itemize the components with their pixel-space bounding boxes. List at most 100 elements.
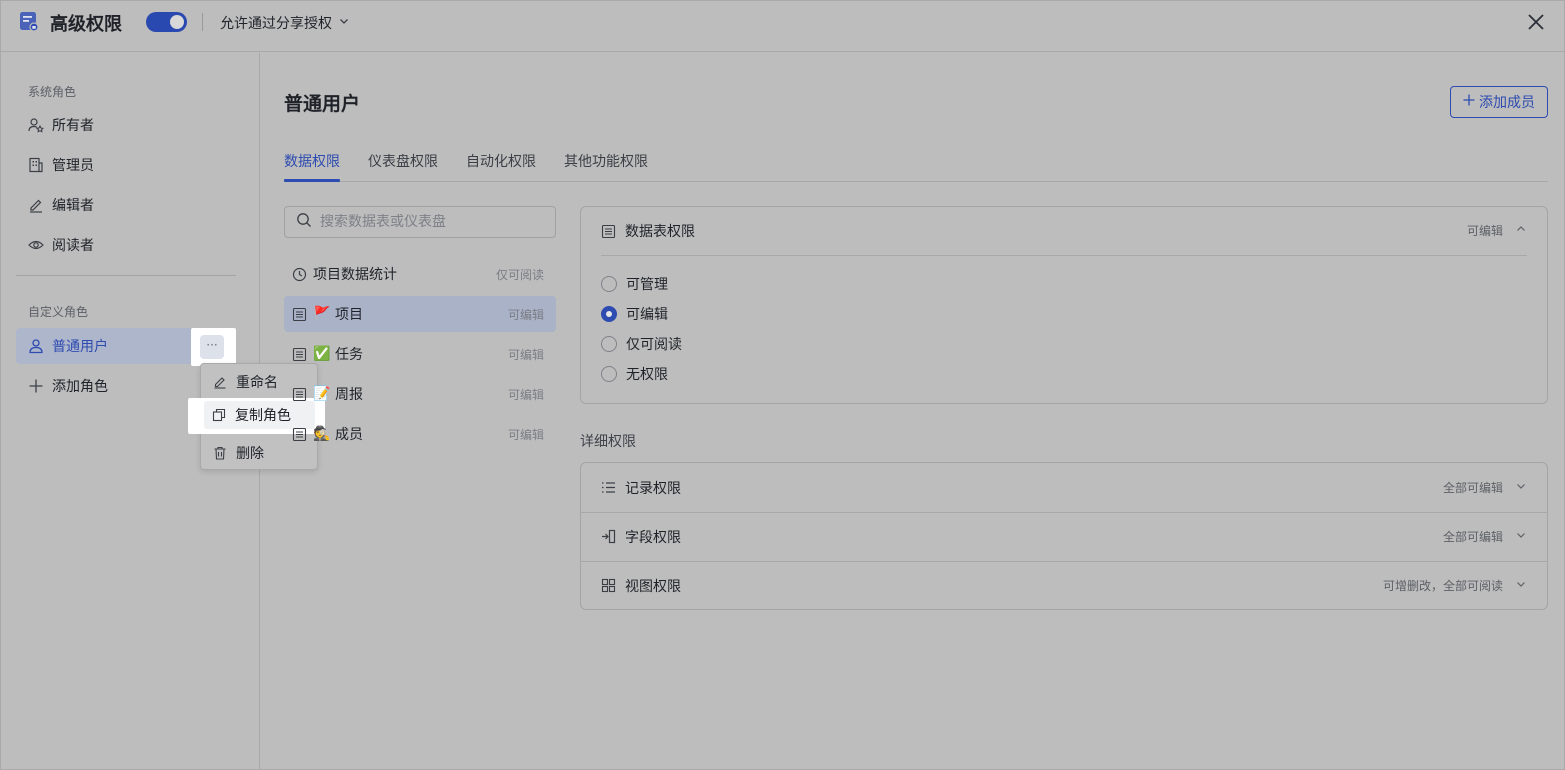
chevron-down-icon: [1515, 480, 1527, 495]
sidebar-item-admin[interactable]: 管理员: [16, 147, 236, 183]
list-item-permission: 可编辑: [507, 427, 544, 442]
list-item-label: 项目: [335, 307, 363, 323]
radio-read-only[interactable]: 仅可阅读: [601, 334, 682, 354]
list-item-permission: 可编辑: [507, 347, 544, 362]
dashboard-icon: [292, 267, 307, 282]
radio-button-checked[interactable]: [601, 306, 617, 322]
tab-data-permission[interactable]: 数据权限: [284, 151, 340, 171]
share-authorization-select[interactable]: 允许通过分享授权: [220, 13, 350, 33]
copy-icon: [212, 408, 226, 422]
sidebar-item-label: 普通用户: [52, 339, 108, 355]
check-emoji: ✅: [313, 346, 331, 362]
radio-edit[interactable]: 可编辑: [601, 304, 668, 324]
search-box[interactable]: [284, 206, 556, 238]
list-item-permission: 仅可阅读: [495, 267, 544, 282]
radio-button[interactable]: [601, 366, 617, 382]
sidebar-item-label: 管理员: [52, 158, 94, 174]
chevron-up-icon: [1515, 223, 1527, 238]
add-member-button[interactable]: 添加成员: [1450, 86, 1548, 118]
list-item-dashboard[interactable]: 项目数据统计 仅可阅读: [284, 256, 556, 292]
custom-roles-label: 自定义角色: [28, 305, 89, 319]
radio-label: 仅可阅读: [626, 337, 682, 353]
detail-row-label: 视图权限: [625, 578, 681, 595]
chevron-down-icon: [1515, 578, 1527, 593]
menu-item-label: 重命名: [236, 375, 278, 391]
share-option-label: 允许通过分享授权: [220, 16, 332, 32]
close-icon[interactable]: [1525, 11, 1547, 33]
detail-row-view[interactable]: 视图权限 可增删改，全部可阅读: [581, 561, 1547, 610]
system-roles-label: 系统角色: [28, 85, 77, 99]
detail-row-value: 全部可编辑: [1443, 479, 1527, 496]
detail-row-field[interactable]: 字段权限 全部可编辑: [581, 512, 1547, 561]
admin-icon: [28, 157, 44, 173]
list-item-label: 周报: [335, 387, 363, 403]
grid-icon: [601, 578, 616, 593]
table-permission-card: 数据表权限 可编辑 可管理 可编辑 仅可阅读 无权限: [580, 206, 1548, 404]
sidebar-item-label: 编辑者: [52, 198, 94, 214]
radio-no-permission[interactable]: 无权限: [601, 364, 668, 384]
table-icon: [292, 347, 307, 362]
eye-icon: [28, 237, 44, 253]
detail-row-label: 记录权限: [625, 480, 681, 497]
owner-icon: [28, 117, 44, 133]
sidebar-item-reader[interactable]: 阅读者: [16, 227, 236, 263]
list-item-permission: 可编辑: [507, 307, 544, 322]
role-title: 普通用户: [284, 93, 361, 115]
list-item-table[interactable]: 📝 周报 可编辑: [284, 376, 556, 412]
radio-manage[interactable]: 可管理: [601, 274, 668, 294]
plus-icon: [28, 378, 44, 394]
detail-row-value: 可增删改，全部可阅读: [1383, 577, 1527, 594]
sidebar-item-owner[interactable]: 所有者: [16, 107, 236, 143]
edit-icon: [28, 197, 44, 213]
permission-tabs: 数据权限 仪表盘权限 自动化权限 其他功能权限: [284, 147, 1548, 182]
detective-emoji: 🕵: [313, 426, 331, 442]
sidebar-item-editor[interactable]: 编辑者: [16, 187, 236, 223]
table-icon: [601, 224, 616, 239]
radio-button[interactable]: [601, 276, 617, 292]
detail-row-value: 全部可编辑: [1443, 528, 1527, 545]
radio-button[interactable]: [601, 336, 617, 352]
detail-value-text: 全部可编辑: [1442, 481, 1503, 495]
list-item-label: 项目数据统计: [313, 267, 397, 283]
user-icon: [28, 338, 44, 354]
list-item-table[interactable]: 🚩 项目 可编辑: [284, 296, 556, 332]
detail-value-text: 可增删改，全部可阅读: [1382, 579, 1503, 593]
detail-row-record[interactable]: 记录权限 全部可编辑: [581, 463, 1547, 512]
list-item-permission: 可编辑: [507, 387, 544, 402]
detail-permission-card: 记录权限 全部可编辑 字段权限 全部可编辑 视图权限 可增删改，全部可阅读: [580, 462, 1548, 610]
add-member-label: 添加成员: [1479, 95, 1535, 111]
search-input[interactable]: [320, 214, 540, 230]
more-options-icon[interactable]: ···: [200, 335, 224, 359]
table-permission-current: 可编辑: [1466, 224, 1503, 238]
sidebar-divider: [16, 275, 236, 276]
detail-permission-label: 详细权限: [580, 434, 636, 450]
flag-emoji: 🚩: [313, 306, 331, 322]
menu-item-copy-role-content[interactable]: 复制角色: [212, 401, 291, 429]
add-role-label: 添加角色: [52, 379, 108, 395]
more-button-highlight: ···: [191, 328, 236, 366]
page-title: 高级权限: [50, 14, 122, 35]
tab-dashboard-permission[interactable]: 仪表盘权限: [368, 151, 438, 171]
menu-item-label: 复制角色: [235, 408, 291, 424]
list-item-table[interactable]: ✅ 任务 可编辑: [284, 336, 556, 372]
advanced-permission-toggle[interactable]: [146, 12, 187, 32]
detail-row-label: 字段权限: [625, 529, 681, 546]
list-item-table[interactable]: 🕵 成员 可编辑: [284, 416, 556, 452]
chevron-down-icon: [338, 15, 350, 31]
header: 高级权限 允许通过分享授权: [1, 1, 1565, 52]
menu-item-label: 删除: [236, 446, 264, 462]
tab-automation-permission[interactable]: 自动化权限: [466, 151, 536, 171]
list-item-label: 任务: [335, 347, 363, 363]
list-icon: [601, 480, 616, 495]
list-item-label: 成员: [335, 427, 363, 443]
tab-other-permission[interactable]: 其他功能权限: [564, 151, 648, 171]
search-icon: [296, 212, 312, 232]
rename-icon: [213, 375, 227, 389]
app-form-icon: [19, 11, 39, 32]
divider: [202, 13, 203, 31]
sidebar-item-label: 阅读者: [52, 238, 94, 254]
table-icon: [292, 427, 307, 442]
trash-icon: [213, 446, 227, 460]
table-permission-collapse[interactable]: 可编辑: [1467, 222, 1527, 239]
toggle-knob: [170, 15, 184, 29]
